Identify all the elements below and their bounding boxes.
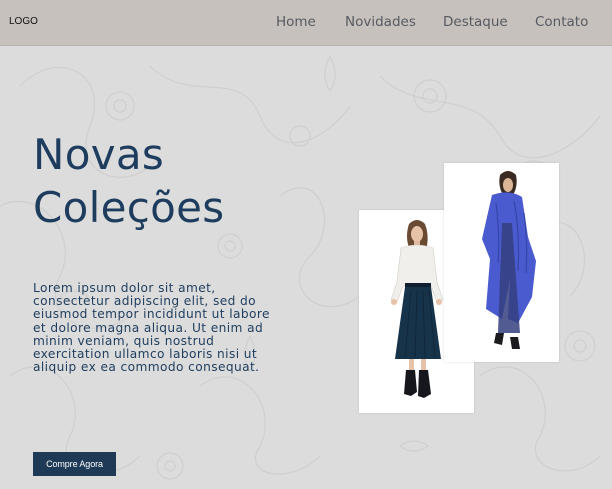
nav-link-home[interactable]: Home xyxy=(276,14,316,30)
model-illustration xyxy=(482,171,536,349)
nav-link-destaque[interactable]: Destaque xyxy=(443,14,508,30)
main-nav: Home Novidades Destaque Contato xyxy=(0,14,612,32)
shop-now-button[interactable]: Compre Agora xyxy=(33,452,116,476)
hero-title: Novas Coleções xyxy=(33,128,224,234)
product-photo-blue-coat[interactable] xyxy=(444,163,559,362)
hero-title-line-2: Coleções xyxy=(33,183,225,232)
hero-title-line-1: Novas xyxy=(33,130,165,179)
top-navigation-bar: LOGO Home Novidades Destaque Contato xyxy=(0,0,612,46)
nav-link-novidades[interactable]: Novidades xyxy=(345,14,416,30)
hero-description: Lorem ipsum dolor sit amet, consectetur … xyxy=(33,281,270,375)
nav-link-contato[interactable]: Contato xyxy=(535,14,588,30)
